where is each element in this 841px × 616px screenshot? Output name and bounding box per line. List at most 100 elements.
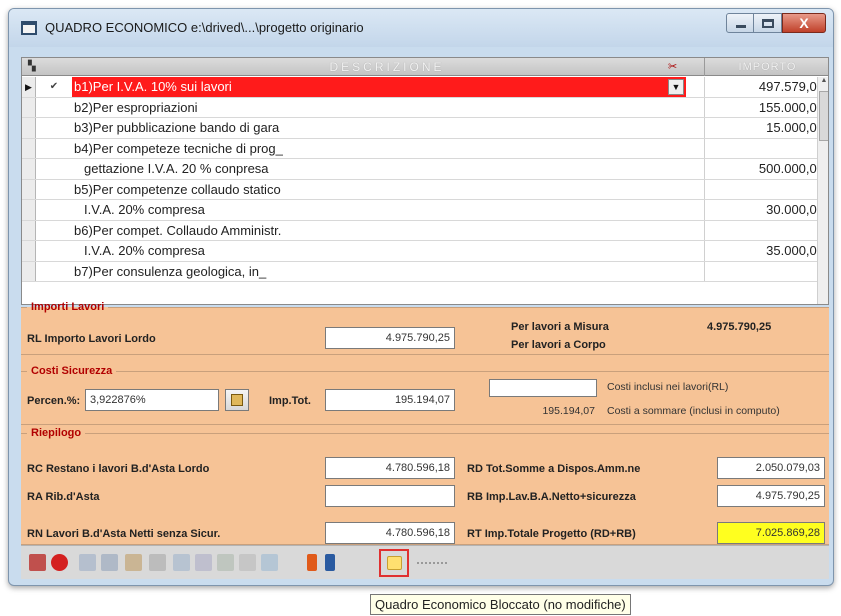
grid-icon[interactable] — [173, 554, 190, 571]
minimize-button[interactable] — [726, 13, 754, 33]
row-edit-cell — [36, 159, 72, 179]
save-icon[interactable] — [101, 554, 118, 571]
row-amount[interactable]: 500.000,00 — [704, 159, 828, 179]
percen-field[interactable]: 3,922876% — [85, 389, 219, 411]
costi-sommare-label: Costi a sommare (inclusi in computo) — [607, 405, 780, 417]
row-description[interactable]: gettazione I.V.A. 20 % conpresa — [72, 159, 686, 179]
rn-field[interactable]: 4.780.596,18 — [325, 522, 455, 544]
per-lavori-misura-label: Per lavori a Misura — [511, 321, 609, 333]
close-icon: X — [799, 15, 809, 31]
row-description[interactable]: I.V.A. 20% compresa — [72, 241, 686, 261]
delete-icon[interactable] — [195, 554, 212, 571]
row-amount[interactable] — [704, 220, 828, 240]
row-indicator[interactable] — [22, 200, 36, 220]
importi-lavori-legend: Importi Lavori — [31, 301, 105, 313]
refresh-icon[interactable] — [261, 554, 278, 571]
row-description[interactable]: b5)Per competenze collaudo statico — [72, 180, 686, 200]
row-amount[interactable]: 155.000,00 — [704, 97, 828, 117]
minimize-icon — [736, 25, 746, 28]
dropdown-arrow-icon[interactable]: ▼ — [668, 79, 684, 95]
header-corner-icon[interactable]: ▚ — [22, 58, 72, 76]
copy-icon[interactable] — [217, 554, 234, 571]
costi-sommare-value: 195.194,07 — [542, 405, 595, 417]
costi-inclusi-field[interactable] — [489, 379, 597, 397]
rd-label: RD Tot.Somme a Dispos.Amm.ne — [467, 463, 641, 475]
row-description[interactable]: b1)Per I.V.A. 10% sui lavori — [72, 77, 686, 97]
row-indicator[interactable] — [22, 261, 36, 281]
lock-icon — [387, 556, 402, 570]
row-indicator[interactable] — [22, 159, 36, 179]
rc-label: RC Restano i lavori B.d'Asta Lordo — [27, 463, 210, 475]
vertical-scrollbar[interactable]: ▲ — [817, 77, 828, 304]
undo-icon[interactable] — [239, 554, 256, 571]
table-row[interactable]: gettazione I.V.A. 20 % conpresa 500.000,… — [22, 159, 828, 180]
row-amount[interactable] — [704, 138, 828, 158]
rt-field[interactable]: 7.025.869,28 — [717, 522, 825, 544]
row-amount[interactable] — [704, 261, 828, 281]
table-row[interactable]: b7)Per consulenza geologica, in_ — [22, 261, 828, 282]
row-amount[interactable]: 497.579,03 — [704, 77, 828, 97]
rl-field[interactable]: 4.975.790,25 — [325, 327, 455, 349]
row-edit-cell — [36, 200, 72, 220]
scroll-up-icon[interactable]: ▲ — [818, 77, 828, 89]
ra-field[interactable] — [325, 485, 455, 507]
row-description[interactable]: b6)Per compet. Collaudo Amministr. — [72, 221, 686, 241]
sort-icon[interactable]: ✂ — [668, 60, 677, 73]
grid-rows: ▶ ✔ b1)Per I.V.A. 10% sui lavori ▼ 497.5… — [22, 77, 828, 282]
row-amount[interactable] — [704, 179, 828, 199]
calculator-icon — [231, 394, 243, 406]
row-amount[interactable]: 15.000,00 — [704, 118, 828, 138]
row-amount[interactable]: 35.000,00 — [704, 241, 828, 261]
calculator-button[interactable] — [225, 389, 249, 411]
window-title: QUADRO ECONOMICO e:\drived\...\progetto … — [45, 20, 364, 35]
costi-inclusi-label: Costi inclusi nei lavori(RL) — [607, 381, 729, 393]
table-row[interactable]: ▶ ✔ b1)Per I.V.A. 10% sui lavori ▼ 497.5… — [22, 77, 828, 98]
row-description[interactable]: b4)Per competeze tecniche di prog_ — [72, 139, 686, 159]
row-indicator[interactable] — [22, 138, 36, 158]
rt-label: RT Imp.Totale Progetto (RD+RB) — [467, 528, 636, 540]
scroll-thumb[interactable] — [819, 91, 828, 141]
table-row[interactable]: b5)Per competenze collaudo statico — [22, 179, 828, 200]
arrow-up-icon[interactable] — [307, 554, 317, 571]
column-header-importo[interactable]: IMPORTO — [704, 58, 828, 76]
column-header-descrizione[interactable]: DESCRIZIONE — [72, 58, 702, 76]
row-description[interactable]: b3)Per pubblicazione bando di gara — [72, 118, 686, 138]
title-bar[interactable]: QUADRO ECONOMICO e:\drived\...\progetto … — [9, 9, 833, 47]
edit-icon[interactable] — [79, 554, 96, 571]
close-button[interactable]: X — [782, 13, 826, 33]
lock-button[interactable] — [379, 549, 409, 577]
filter-icon[interactable] — [125, 554, 142, 571]
print-icon[interactable] — [29, 554, 46, 571]
rd-field[interactable]: 2.050.079,03 — [717, 457, 825, 479]
row-indicator[interactable] — [22, 179, 36, 199]
stop-icon[interactable] — [51, 554, 68, 571]
row-indicator[interactable] — [22, 118, 36, 138]
arrow-down-icon[interactable] — [325, 554, 335, 571]
row-indicator[interactable] — [22, 97, 36, 117]
row-indicator-icon[interactable]: ▶ — [22, 77, 36, 97]
rc-field[interactable]: 4.780.596,18 — [325, 457, 455, 479]
descrizione-grid[interactable]: ▚ DESCRIZIONE ✂ IMPORTO ▶ ✔ b1)Per I.V.A… — [21, 57, 829, 305]
maximize-button[interactable] — [754, 13, 782, 33]
rb-label: RB Imp.Lav.B.A.Netto+sicurezza — [467, 491, 636, 503]
lock-tooltip: Quadro Economico Bloccato (no modifiche) — [370, 594, 631, 615]
grid-header: ▚ DESCRIZIONE ✂ IMPORTO — [22, 58, 828, 76]
table-row[interactable]: I.V.A. 20% compresa 35.000,00 — [22, 241, 828, 262]
row-description[interactable]: b7)Per consulenza geologica, in_ — [72, 262, 686, 282]
row-indicator[interactable] — [22, 220, 36, 240]
row-indicator[interactable] — [22, 241, 36, 261]
rn-label: RN Lavori B.d'Asta Netti senza Sicur. — [27, 528, 221, 540]
row-description[interactable]: I.V.A. 20% compresa — [72, 200, 686, 220]
row-edit-cell — [36, 221, 72, 241]
table-row[interactable]: b6)Per compet. Collaudo Amministr. — [22, 220, 828, 241]
rb-field[interactable]: 4.975.790,25 — [717, 485, 825, 507]
table-row[interactable]: I.V.A. 20% compresa 30.000,00 — [22, 200, 828, 221]
table-row[interactable]: b3)Per pubblicazione bando di gara 15.00… — [22, 118, 828, 139]
imp-tot-field[interactable]: 195.194,07 — [325, 389, 455, 411]
table-row[interactable]: b4)Per competeze tecniche di prog_ — [22, 138, 828, 159]
table-row[interactable]: b2)Per espropriazioni 155.000,00 — [22, 97, 828, 118]
row-amount[interactable]: 30.000,00 — [704, 200, 828, 220]
row-description[interactable]: b2)Per espropriazioni — [72, 98, 686, 118]
tools-icon[interactable] — [149, 554, 166, 571]
imp-tot-label: Imp.Tot. — [269, 395, 311, 407]
